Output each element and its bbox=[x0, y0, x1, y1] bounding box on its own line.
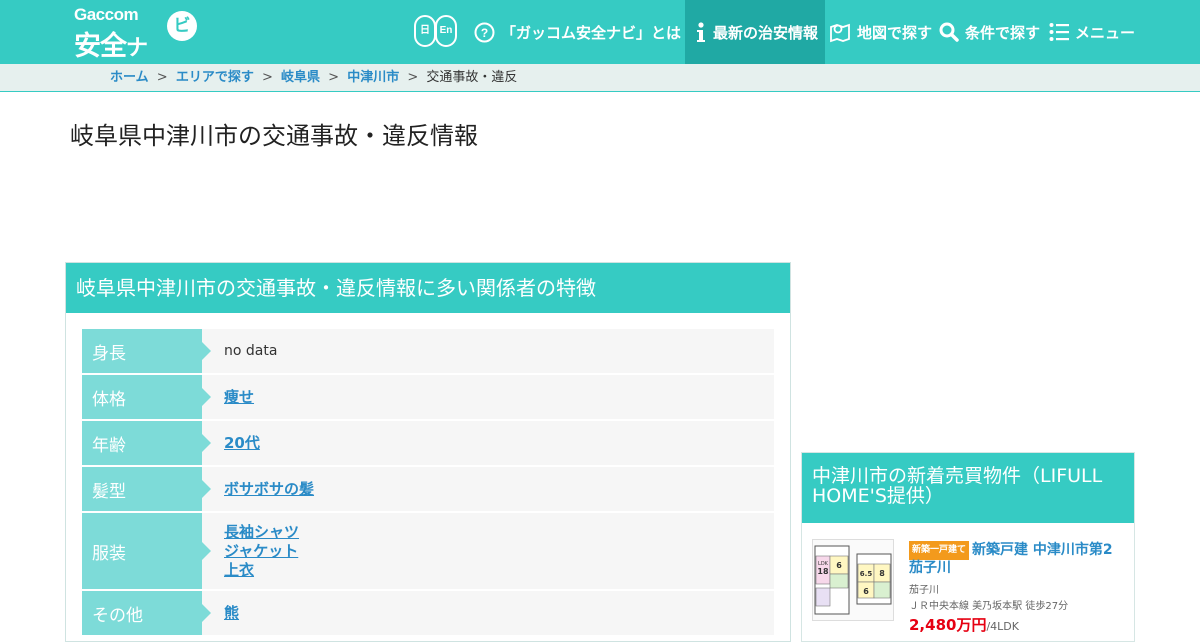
nav-about[interactable]: ? 「ガッコム安全ナビ」とは bbox=[474, 0, 681, 64]
feature-value-link[interactable]: 上衣 bbox=[224, 561, 774, 580]
feature-label: 服装 bbox=[82, 513, 211, 589]
nav-about-label: 「ガッコム安全ナビ」とは bbox=[501, 23, 682, 42]
breadcrumb-separator: > bbox=[407, 70, 419, 85]
feature-row-clothing: 服装 長袖シャツ ジャケット 上衣 bbox=[82, 513, 774, 589]
breadcrumb-separator: > bbox=[328, 70, 340, 85]
floorplan-label: 18 bbox=[817, 567, 829, 576]
feature-value: 痩せ bbox=[202, 375, 774, 419]
feature-row-build: 体格 痩せ bbox=[82, 375, 774, 419]
panel-heading: 岐阜県中津川市の交通事故・違反情報に多い関係者の特徴 bbox=[66, 263, 790, 313]
floorplan-label: 8 bbox=[879, 569, 885, 578]
lang-en-button[interactable]: En bbox=[435, 15, 457, 47]
floorplan-label: 6.5 bbox=[860, 570, 873, 578]
property-access: ＪＲ中央本線 美乃坂本駅 徒歩27分 bbox=[909, 601, 1069, 612]
nav-map-label: 地図で探す bbox=[857, 23, 933, 42]
search-icon bbox=[939, 22, 959, 42]
map-pin-icon bbox=[829, 21, 851, 43]
nav-latest-crime-info[interactable]: 最新の治安情報 bbox=[685, 0, 825, 64]
suspect-features-panel: 岐阜県中津川市の交通事故・違反情報に多い関係者の特徴 身長 no data 体格… bbox=[65, 262, 791, 642]
info-icon bbox=[695, 21, 707, 43]
svg-text:?: ? bbox=[481, 26, 488, 40]
language-switcher: 日 En bbox=[414, 15, 458, 49]
menu-list-icon bbox=[1049, 22, 1069, 42]
feature-row-height: 身長 no data bbox=[82, 329, 774, 373]
feature-value-link[interactable]: 痩せ bbox=[224, 388, 774, 407]
question-icon: ? bbox=[474, 22, 495, 43]
feature-value: no data bbox=[202, 329, 774, 373]
feature-value-link[interactable]: 20代 bbox=[224, 434, 774, 453]
floorplan-image[interactable]: LDK 18 6 6.5 8 6 bbox=[812, 539, 894, 621]
feature-value-link[interactable]: 熊 bbox=[224, 604, 774, 623]
feature-value-link[interactable]: ジャケット bbox=[224, 542, 774, 561]
logo-anzen-text: 安全ナ bbox=[74, 31, 148, 62]
feature-value: 長袖シャツ ジャケット 上衣 bbox=[202, 513, 774, 589]
feature-value-text: no data bbox=[224, 343, 278, 359]
property-layout: /4LDK bbox=[986, 620, 1019, 633]
floorplan-label: 6 bbox=[836, 561, 842, 570]
page-title: 岐阜県中津川市の交通事故・違反情報 bbox=[70, 122, 478, 150]
floorplan-drawing: LDK 18 6 6.5 8 6 bbox=[814, 545, 892, 615]
nav-menu[interactable]: メニュー bbox=[1049, 0, 1135, 64]
floorplan-label: 6 bbox=[863, 587, 869, 596]
site-logo[interactable]: Gaccom 安全ナ ビ bbox=[74, 5, 204, 62]
breadcrumb: ホーム > エリアで探す > 岐阜県 > 中津川市 > 交通事故・違反 bbox=[0, 64, 1200, 92]
breadcrumb-separator: > bbox=[261, 70, 273, 85]
property-title-line[interactable]: 新築一戸建て 新築戸建 中津川市第2茄子川 bbox=[909, 541, 1124, 577]
feature-value: 20代 bbox=[202, 421, 774, 465]
property-listing-widget: 中津川市の新着売買物件（LIFULL HOME'S提供） LDK 18 6 6.… bbox=[801, 452, 1135, 642]
breadcrumb-separator: > bbox=[156, 70, 168, 85]
breadcrumb-area-search[interactable]: エリアで探す bbox=[176, 70, 254, 85]
logo-gaccom-text: Gaccom bbox=[74, 5, 139, 24]
nav-search-label: 条件で探す bbox=[965, 23, 1041, 42]
property-area: 茄子川 bbox=[909, 585, 939, 596]
feature-label: 髪型 bbox=[82, 467, 211, 511]
feature-row-other: その他 熊 bbox=[82, 591, 774, 635]
property-price-line: 2,480万円/4LDK bbox=[909, 614, 1124, 635]
site-header: Gaccom 安全ナ ビ 日 En ? 「ガッコム安全ナビ」とは 最新の治安情報… bbox=[0, 0, 1200, 64]
feature-label: 体格 bbox=[82, 375, 211, 419]
feature-value-link[interactable]: ボサボサの髪 bbox=[224, 480, 774, 499]
property-widget-heading: 中津川市の新着売買物件（LIFULL HOME'S提供） bbox=[802, 453, 1134, 523]
nav-menu-label: メニュー bbox=[1075, 23, 1136, 42]
breadcrumb-home[interactable]: ホーム bbox=[110, 70, 149, 85]
nav-news-label: 最新の治安情報 bbox=[713, 23, 819, 42]
breadcrumb-city[interactable]: 中津川市 bbox=[347, 70, 399, 85]
feature-value: ボサボサの髪 bbox=[202, 467, 774, 511]
feature-value-link[interactable]: 長袖シャツ bbox=[224, 523, 774, 542]
feature-label: その他 bbox=[82, 591, 211, 635]
lang-ja-button[interactable]: 日 bbox=[414, 15, 436, 47]
nav-condition-search[interactable]: 条件で探す bbox=[939, 0, 1040, 64]
features-table: 身長 no data 体格 痩せ 年齢 20代 髪型 ボサボサの髪 服装 長袖シ… bbox=[82, 329, 774, 637]
property-info: 新築一戸建て 新築戸建 中津川市第2茄子川 茄子川 ＪＲ中央本線 美乃坂本駅 徒歩… bbox=[909, 541, 1124, 635]
feature-value: 熊 bbox=[202, 591, 774, 635]
logo-bi-bubble: ビ bbox=[167, 11, 197, 41]
feature-label: 身長 bbox=[82, 329, 211, 373]
property-type-badge: 新築一戸建て bbox=[909, 541, 970, 560]
breadcrumb-current: 交通事故・違反 bbox=[426, 70, 518, 85]
nav-map-search[interactable]: 地図で探す bbox=[829, 0, 932, 64]
feature-row-age: 年齢 20代 bbox=[82, 421, 774, 465]
feature-row-hairstyle: 髪型 ボサボサの髪 bbox=[82, 467, 774, 511]
property-price: 2,480万円 bbox=[909, 616, 987, 634]
feature-label: 年齢 bbox=[82, 421, 211, 465]
breadcrumb-prefecture[interactable]: 岐阜県 bbox=[281, 70, 320, 85]
